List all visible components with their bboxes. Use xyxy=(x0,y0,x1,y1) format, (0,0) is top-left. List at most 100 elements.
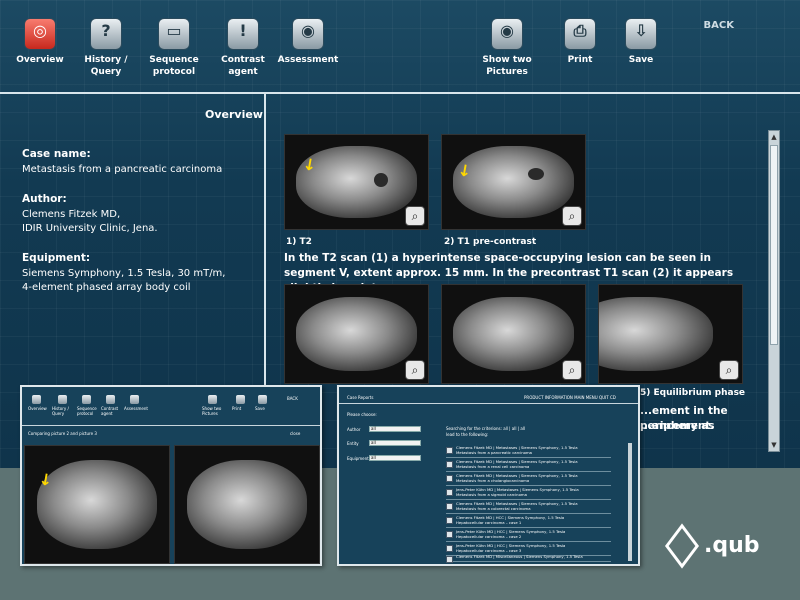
mri-t1-image[interactable]: ↙ ⌕ xyxy=(441,134,586,230)
scan-body xyxy=(453,296,574,372)
result-icon xyxy=(446,475,453,482)
save-label: Save xyxy=(628,55,654,65)
image-caption: 5) Equilibrium phase xyxy=(640,388,746,398)
result-icon xyxy=(446,517,453,524)
eye-icon xyxy=(130,395,139,404)
equipment-label: Equipment: xyxy=(22,252,91,264)
scrollbar-thumb[interactable] xyxy=(770,145,778,345)
author-label: Author xyxy=(347,427,361,432)
mini-label: Assessment xyxy=(124,406,148,411)
result-icon xyxy=(446,447,453,454)
findings-text: ...ancement. xyxy=(640,420,715,432)
eye-icon: ◉ xyxy=(292,18,324,50)
mri-compare-left: ↙ xyxy=(24,445,170,564)
result-icon xyxy=(446,461,453,468)
mri-t2-image[interactable]: ↙ ⌕ xyxy=(284,134,429,230)
zoom-icon[interactable]: ⌕ xyxy=(562,360,582,380)
mini-label: Show two Pictures xyxy=(202,406,222,416)
equipment-label: Equipment xyxy=(347,456,369,461)
exclamation-icon xyxy=(106,395,115,404)
scroll-up-icon[interactable]: ▲ xyxy=(769,131,779,143)
exclamation-icon: ! xyxy=(227,18,259,50)
zoom-icon[interactable]: ⌕ xyxy=(405,206,425,226)
mini-back: BACK xyxy=(287,396,298,401)
result-text: Clemens Fitzek MD | HCC | Siemens Sympho… xyxy=(456,515,565,525)
eye-icon xyxy=(208,395,217,404)
result-text: Jens-Peter Kühn MD | HCC | Siemens Symph… xyxy=(456,529,566,539)
equipment-select: all xyxy=(369,455,421,461)
scan-body xyxy=(296,296,417,372)
result-item: Clemens Fitzek MD | Metastases | Siemens… xyxy=(446,445,611,458)
divider xyxy=(22,425,320,426)
equipment-line: Siemens Symphony, 1.5 Tesla, 30 mT/m, xyxy=(22,268,226,279)
sequence-protocol-label: Sequence protocol xyxy=(149,55,199,77)
author-select: all xyxy=(369,426,421,432)
scan-body xyxy=(599,296,714,372)
qub-logo: .qub xyxy=(664,523,760,569)
overview-icon xyxy=(32,395,41,404)
result-icon xyxy=(446,489,453,496)
result-item: Clemens Fitzek MD | HCC | Siemens Sympho… xyxy=(446,515,611,528)
save-button[interactable]: ⇩ Save xyxy=(601,18,681,66)
reports-header: Case Reports xyxy=(347,395,374,400)
question-icon xyxy=(58,395,67,404)
case-name-block: Case name: Metastasis from a pancreatic … xyxy=(22,147,257,177)
mri-arterial-image[interactable]: ⌕ xyxy=(284,284,429,384)
zoom-icon[interactable]: ⌕ xyxy=(405,360,425,380)
scan-body xyxy=(296,146,417,218)
contrast-agent-label: Contrast agent xyxy=(221,55,265,77)
two-eyes-icon: ◉ xyxy=(491,18,523,50)
equipment-line: 4-element phased array body coil xyxy=(22,282,191,293)
result-item: Clemens Fitzek MD | Metastases | Siemens… xyxy=(446,473,611,486)
scan-organ xyxy=(527,167,544,180)
back-link[interactable]: BACK xyxy=(704,20,734,31)
mini-label: Contrast agent xyxy=(101,406,119,416)
author-line: IDIR University Clinic, Jena. xyxy=(22,223,158,234)
scan-organ xyxy=(373,172,388,187)
monitor-icon: ▭ xyxy=(158,18,190,50)
mri-portal-image[interactable]: ⌕ xyxy=(441,284,586,384)
show-two-pictures-button[interactable]: ◉ Show two Pictures xyxy=(467,18,547,78)
zoom-icon[interactable]: ⌕ xyxy=(719,360,739,380)
printer-icon xyxy=(236,395,245,404)
show-two-pictures-label: Show two Pictures xyxy=(482,55,532,77)
result-text: Clemens Fitzek MD | Miscellaneous | Siem… xyxy=(456,554,583,559)
mini-label: Save xyxy=(255,406,265,411)
result-item: Jens-Peter Kühn MD | Metastases | Siemen… xyxy=(446,487,611,500)
close-link: close xyxy=(290,431,301,436)
compare-title: Comparing picture 2 and picture 3 xyxy=(28,431,97,436)
scan-body xyxy=(36,460,158,549)
case-name-label: Case name: xyxy=(22,148,91,160)
search-criteria: Searching for the criterions: all | all … xyxy=(446,426,526,431)
result-icon xyxy=(446,503,453,510)
image-caption: 2) T1 pre-contrast xyxy=(444,237,537,247)
scroll-down-icon[interactable]: ▼ xyxy=(769,439,779,451)
mri-compare-right xyxy=(174,445,320,564)
mri-equilibrium-image[interactable]: ⌕ xyxy=(598,284,743,384)
cube-logo-icon xyxy=(664,523,700,569)
print-label: Print xyxy=(567,55,593,65)
entity-label: Entity xyxy=(347,441,359,446)
sequence-protocol-button[interactable]: ▭ Sequence protocol xyxy=(134,18,214,78)
case-reports-screenshot-thumbnail: Case Reports PRODUCT INFORMATION MAIN ME… xyxy=(337,385,640,566)
scrollbar[interactable]: ▲ ▼ xyxy=(768,130,780,452)
result-icon xyxy=(446,556,453,563)
result-text: Jens-Peter Kühn MD | HCC | Siemens Symph… xyxy=(456,543,566,553)
result-text: Clemens Fitzek MD | Metastases | Siemens… xyxy=(456,473,578,483)
zoom-icon[interactable]: ⌕ xyxy=(562,206,582,226)
logo-text: .qub xyxy=(704,533,760,558)
overview-label: Overview xyxy=(16,55,64,65)
result-item: Clemens Fitzek MD | Metastases | Siemens… xyxy=(446,501,611,514)
result-icon xyxy=(446,545,453,552)
overview-icon: ◎ xyxy=(24,18,56,50)
mini-label: History / Query xyxy=(52,406,69,416)
divider xyxy=(0,92,800,94)
entity-select: all xyxy=(369,440,421,446)
result-text: Clemens Fitzek MD | Metastases | Siemens… xyxy=(456,459,578,469)
scan-body xyxy=(186,460,308,549)
assessment-button[interactable]: ◉ Assessment xyxy=(268,18,348,66)
toolbar: ◎ Overview ? History / Query ▭ Sequence … xyxy=(0,0,800,92)
mini-label: Print xyxy=(232,406,242,411)
mini-scrollbar xyxy=(628,443,632,561)
mini-label: Sequence protocol xyxy=(77,406,97,416)
